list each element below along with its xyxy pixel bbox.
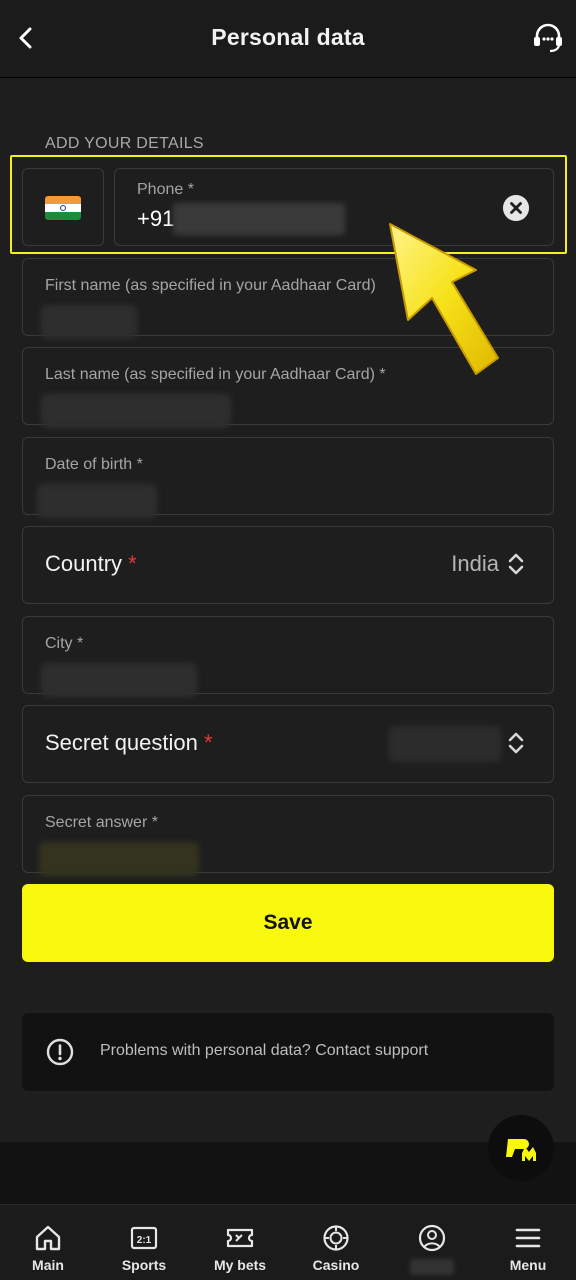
- first-name-label: First name (as specified in your Aadhaar…: [45, 277, 376, 294]
- nav-item-casino[interactable]: Casino: [288, 1205, 384, 1280]
- nav-label-main: Main: [32, 1257, 64, 1273]
- city-field[interactable]: City *: [22, 616, 554, 697]
- nav-label-casino: Casino: [312, 1257, 360, 1273]
- date-of-birth-label: Date of birth *: [45, 456, 143, 473]
- secret-question-label: Secret question *: [45, 730, 213, 755]
- up-down-chevron-icon: [508, 553, 524, 575]
- secret-answer-label: Secret answer *: [45, 814, 158, 831]
- ticket-icon: [226, 1228, 254, 1248]
- city-label: City *: [45, 635, 84, 652]
- nav-label-my-bets: My bets: [213, 1257, 267, 1273]
- country-label: Country *: [45, 551, 137, 576]
- scoreboard-icon: 2:1: [130, 1226, 158, 1250]
- nav-label-sports: Sports: [121, 1257, 167, 1273]
- profile-icon: [418, 1224, 446, 1252]
- nav-item-sports[interactable]: 2:1 Sports: [96, 1205, 192, 1280]
- chip-icon: [323, 1225, 349, 1251]
- date-of-birth-field[interactable]: Date of birth *: [22, 437, 554, 518]
- headset-support-icon[interactable]: [530, 20, 566, 56]
- brand-logo-icon: [506, 1139, 536, 1161]
- svg-text:2:1: 2:1: [137, 1235, 152, 1246]
- support-notice[interactable]: Problems with personal data? Contact sup…: [22, 1013, 554, 1091]
- nav-item-main[interactable]: Main: [0, 1205, 96, 1280]
- last-name-value-redacted: [41, 394, 231, 428]
- support-notice-text: Problems with personal data? Contact sup…: [100, 1042, 429, 1059]
- bottom-navigation: Main 2:1 Sports My bets Casino Menu: [0, 1204, 576, 1280]
- nav-label-menu: Menu: [509, 1257, 547, 1273]
- nav-item-my-bets[interactable]: My bets: [192, 1205, 288, 1280]
- top-bar: Personal data: [0, 0, 576, 78]
- secret-answer-field[interactable]: Secret answer *: [22, 795, 554, 876]
- first-name-value-redacted: [41, 305, 137, 339]
- country-value: India: [451, 551, 499, 576]
- country-select[interactable]: Country * India: [22, 526, 554, 604]
- home-icon: [35, 1225, 61, 1251]
- date-of-birth-value-redacted: [37, 484, 157, 518]
- city-value-redacted: [41, 663, 197, 697]
- section-label: ADD YOUR DETAILS: [45, 135, 204, 152]
- nav-item-menu[interactable]: Menu: [480, 1205, 576, 1280]
- secret-question-value-redacted: [389, 726, 501, 762]
- nav-item-profile[interactable]: [384, 1205, 480, 1280]
- up-down-chevron-icon: [508, 732, 524, 754]
- brand-chat-button[interactable]: [488, 1115, 554, 1181]
- info-icon: [46, 1038, 74, 1066]
- page-title: Personal data: [211, 24, 365, 50]
- secret-question-select[interactable]: Secret question *: [22, 705, 554, 783]
- nav-label-profile-redacted: [410, 1259, 454, 1275]
- secret-answer-value-redacted: [39, 842, 199, 876]
- pointer-arrow-icon: [389, 223, 499, 375]
- menu-icon: [515, 1228, 541, 1248]
- last-name-label: Last name (as specified in your Aadhaar …: [45, 366, 386, 383]
- save-button[interactable]: Save: [22, 884, 554, 962]
